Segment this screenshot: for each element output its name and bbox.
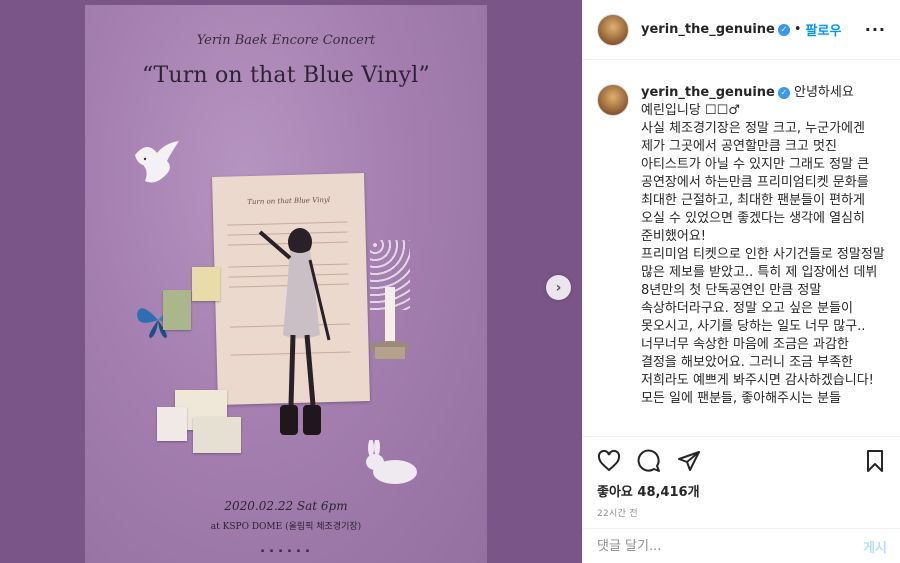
next-image-button[interactable]: › <box>546 275 571 300</box>
green-stamp <box>163 290 191 330</box>
header-username[interactable]: yerin_the_genuine <box>641 22 775 37</box>
more-options-icon[interactable]: ··· <box>865 20 886 39</box>
post-side-panel: yerin_the_genuine ✓ • 팔로우 ··· yerin_the_… <box>582 0 900 563</box>
post-comment-button[interactable]: 게시 <box>863 537 887 556</box>
poster-date: 2020.02.22 Sat 6pm <box>224 499 348 513</box>
chevron-right-icon: › <box>555 279 562 296</box>
action-bar <box>583 436 900 484</box>
caption-row: yerin_the_genuine ✓ 안녕하세요 예린입니당 ☐☐♂ 사실 체조… <box>597 84 887 408</box>
verified-badge-icon: ✓ <box>777 23 790 36</box>
caption-text: 안녕하세요 예린입니당 ☐☐♂ 사실 체조경기장은 정말 크고, 누군가에겐 제… <box>641 85 885 406</box>
separator-dot: • <box>793 22 802 37</box>
follow-button[interactable]: 팔로우 <box>806 20 842 39</box>
sponsor-logos: ▪ ▪ ▪ ▪ ▪ ▪ <box>260 548 312 554</box>
share-icon[interactable] <box>677 449 701 473</box>
comment-icon[interactable] <box>637 449 661 473</box>
letter-heading: Turn on that Blue Vinyl <box>247 195 331 207</box>
dove-illustration <box>135 141 179 183</box>
caption-username[interactable]: yerin_the_genuine <box>641 85 775 100</box>
likes-count[interactable]: 좋아요 48,416개 <box>597 481 700 500</box>
post-media[interactable]: Yerin Baek Encore Concert “Turn on that … <box>0 0 582 563</box>
caption-body: yerin_the_genuine ✓ 안녕하세요 예린입니당 ☐☐♂ 사실 체조… <box>641 84 887 408</box>
girl-silhouette <box>258 228 331 435</box>
candle-illustration <box>370 287 410 359</box>
concert-poster-image: Yerin Baek Encore Concert “Turn on that … <box>85 5 487 563</box>
post-header: yerin_the_genuine ✓ • 팔로우 ··· <box>583 0 900 60</box>
small-postcard <box>193 417 241 453</box>
heart-icon[interactable] <box>597 449 621 473</box>
poster-venue: at KSPO DOME (올림픽 체조경기장) <box>210 522 362 532</box>
rose-stamp <box>157 407 187 441</box>
flower-stamp <box>192 267 220 301</box>
comments-scroll-area[interactable]: yerin_the_genuine ✓ 안녕하세요 예린입니당 ☐☐♂ 사실 체조… <box>583 60 900 436</box>
bookmark-icon[interactable] <box>863 449 887 473</box>
avatar[interactable] <box>597 13 629 46</box>
poster-title: “Turn on that Blue Vinyl” <box>142 63 430 88</box>
comment-input[interactable] <box>597 538 864 554</box>
rabbit-illustration <box>366 440 417 484</box>
poster-subtitle: Yerin Baek Encore Concert <box>196 33 376 48</box>
verified-badge-icon: ✓ <box>777 86 790 99</box>
post-timestamp[interactable]: 22시간 전 <box>597 506 638 519</box>
comment-form: 게시 <box>583 528 900 563</box>
caption-avatar[interactable] <box>597 84 629 116</box>
